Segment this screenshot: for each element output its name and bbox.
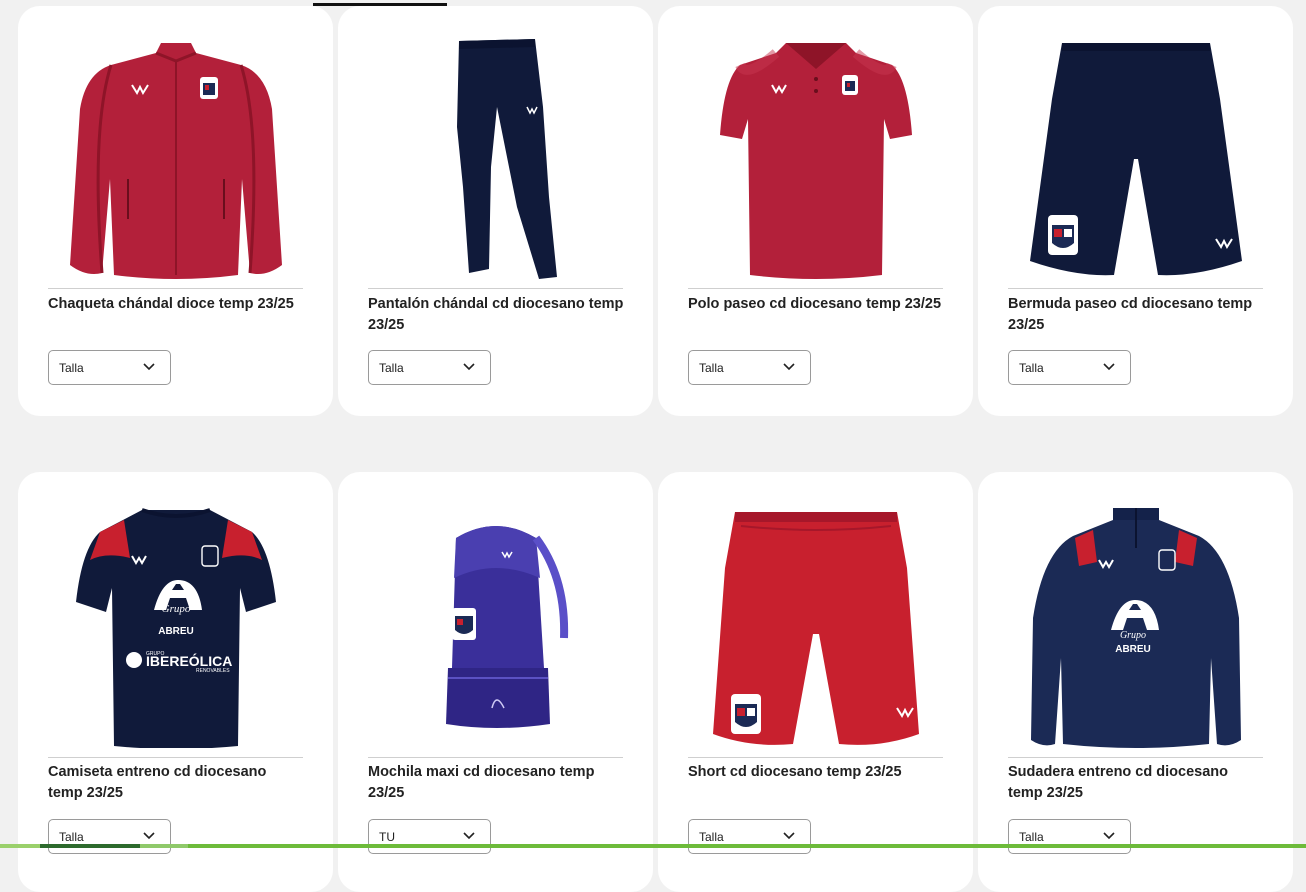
product-card[interactable]: Grupo ABREU GRUPO IBEREÓLICA RENOVABLES … xyxy=(18,472,333,892)
divider xyxy=(48,757,303,758)
product-title[interactable]: Pantalón chándal cd diocesano temp 23/25 xyxy=(368,294,625,336)
progress-segment xyxy=(40,844,140,848)
size-select[interactable]: Talla xyxy=(48,350,171,385)
divider xyxy=(368,757,623,758)
product-card[interactable]: Polo paseo cd diocesano temp 23/25 Talla xyxy=(658,6,973,416)
size-select[interactable]: TU xyxy=(368,819,491,854)
product-card[interactable]: Bermuda paseo cd diocesano temp 23/25 Ta… xyxy=(978,6,1293,416)
size-select[interactable]: Talla xyxy=(1008,819,1131,854)
chevron-down-icon xyxy=(143,832,155,840)
product-image[interactable]: Grupo ABREU GRUPO IBEREÓLICA RENOVABLES xyxy=(48,506,303,750)
chevron-down-icon xyxy=(1103,832,1115,840)
svg-text:IBEREÓLICA: IBEREÓLICA xyxy=(146,652,232,669)
product-card[interactable]: Mochila maxi cd diocesano temp 23/25 TU xyxy=(338,472,653,892)
size-select-label: Talla xyxy=(1019,360,1044,375)
product-image[interactable] xyxy=(688,506,943,750)
size-select-label: Talla xyxy=(59,360,84,375)
size-select-label: Talla xyxy=(699,829,724,844)
product-title[interactable]: Bermuda paseo cd diocesano temp 23/25 xyxy=(1008,294,1265,336)
product-card[interactable]: Short cd diocesano temp 23/25 Talla xyxy=(658,472,973,892)
chevron-down-icon xyxy=(783,363,795,371)
product-card[interactable]: Grupo ABREU Sudadera entreno cd diocesan… xyxy=(978,472,1293,892)
product-image[interactable] xyxy=(688,36,943,282)
divider xyxy=(688,757,943,758)
product-image[interactable] xyxy=(48,36,303,282)
svg-text:Grupo: Grupo xyxy=(1119,630,1145,641)
svg-text:Grupo: Grupo xyxy=(161,603,190,615)
chevron-down-icon xyxy=(1103,363,1115,371)
size-select[interactable]: Talla xyxy=(688,819,811,854)
chevron-down-icon xyxy=(463,832,475,840)
size-select-label: Talla xyxy=(1019,829,1044,844)
size-select-label: TU xyxy=(379,829,395,844)
chevron-down-icon xyxy=(143,363,155,371)
svg-text:ABREU: ABREU xyxy=(158,626,194,637)
svg-text:RENOVABLES: RENOVABLES xyxy=(196,668,230,674)
product-title[interactable]: Sudadera entreno cd diocesano temp 23/25 xyxy=(1008,762,1265,804)
product-image[interactable]: Grupo ABREU xyxy=(1008,506,1263,750)
crest-icon xyxy=(1047,215,1078,255)
size-select-label: Talla xyxy=(379,360,404,375)
progress-segment xyxy=(0,844,40,848)
divider xyxy=(368,288,623,289)
loading-progress-bar xyxy=(0,844,1306,848)
product-image[interactable] xyxy=(368,36,623,282)
divider xyxy=(1008,757,1263,758)
product-title[interactable]: Mochila maxi cd diocesano temp 23/25 xyxy=(368,762,625,804)
svg-text:ABREU: ABREU xyxy=(1115,644,1151,655)
crest-icon xyxy=(451,608,476,640)
chevron-down-icon xyxy=(783,832,795,840)
product-card[interactable]: Pantalón chándal cd diocesano temp 23/25… xyxy=(338,6,653,416)
chevron-down-icon xyxy=(463,363,475,371)
progress-segment xyxy=(140,844,188,848)
divider xyxy=(1008,288,1263,289)
product-title[interactable]: Polo paseo cd diocesano temp 23/25 xyxy=(688,294,945,315)
size-select[interactable]: Talla xyxy=(368,350,491,385)
product-image[interactable] xyxy=(368,506,623,750)
product-card[interactable]: Chaqueta chándal dioce temp 23/25 Talla xyxy=(18,6,333,416)
crest-icon xyxy=(730,694,761,734)
divider xyxy=(48,288,303,289)
product-title[interactable]: Camiseta entreno cd diocesano temp 23/25 xyxy=(48,762,305,804)
product-image[interactable] xyxy=(1008,36,1263,282)
product-title[interactable]: Short cd diocesano temp 23/25 xyxy=(688,762,945,783)
size-select[interactable]: Talla xyxy=(1008,350,1131,385)
size-select-label: Talla xyxy=(59,829,84,844)
divider xyxy=(688,288,943,289)
size-select[interactable]: Talla xyxy=(688,350,811,385)
product-title[interactable]: Chaqueta chándal dioce temp 23/25 xyxy=(48,294,305,315)
size-select[interactable]: Talla xyxy=(48,819,171,854)
size-select-label: Talla xyxy=(699,360,724,375)
